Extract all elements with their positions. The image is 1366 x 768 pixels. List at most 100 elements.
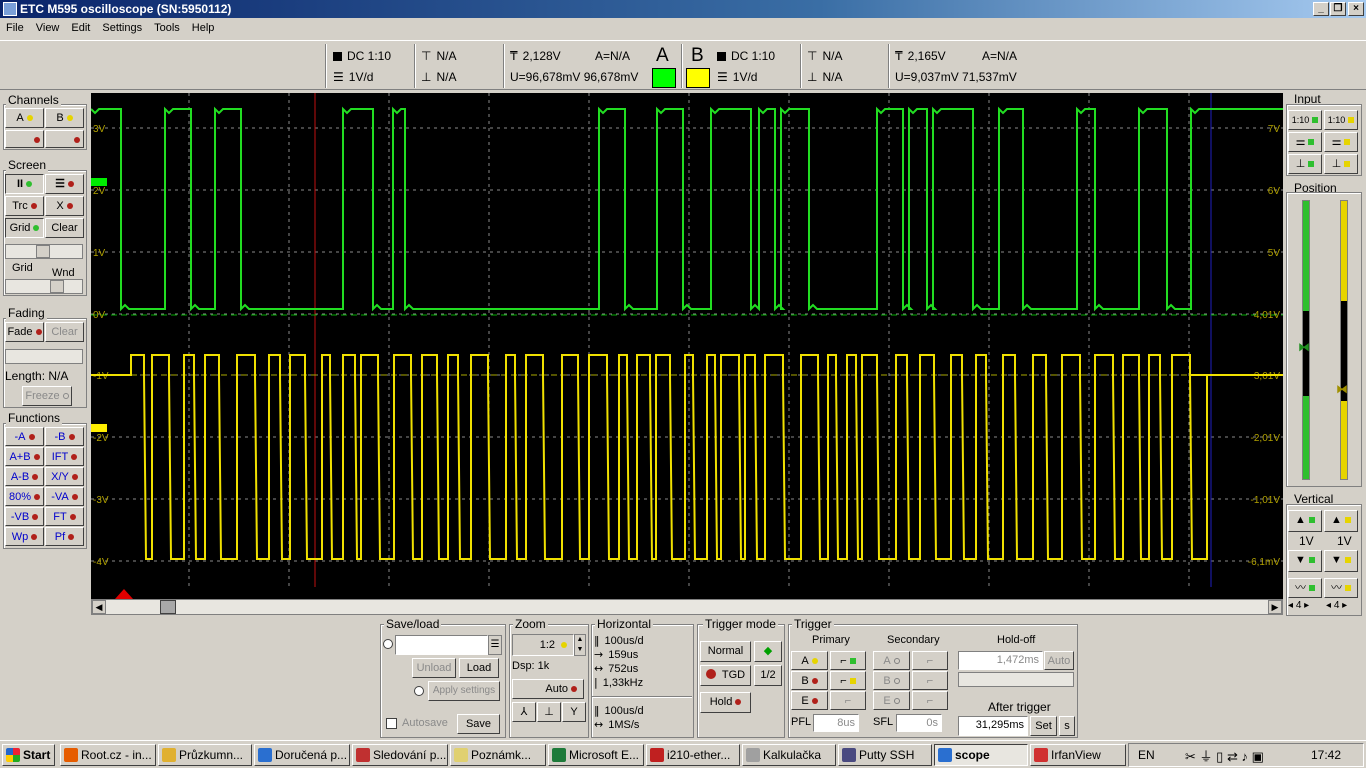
tgd-button[interactable]: TGD: [700, 665, 751, 686]
holdoff-field[interactable]: 1,472ms: [958, 651, 1043, 670]
zoom-mode-1-button[interactable]: ⅄: [512, 702, 536, 722]
function-button-va[interactable]: -VA: [45, 487, 84, 506]
load-button[interactable]: Load: [459, 658, 499, 678]
trigger-secondary-a-button[interactable]: A: [873, 651, 910, 670]
scroll-left-icon[interactable]: ◀: [92, 600, 106, 614]
trigger-marker-icon[interactable]: [115, 589, 133, 599]
zoom-mode-3-button[interactable]: Y: [562, 702, 586, 722]
vertical-a-down-button[interactable]: ▼: [1288, 550, 1322, 572]
taskbar-item[interactable]: Sledování p...: [352, 744, 448, 766]
taskbar-item[interactable]: Kalkulačka: [742, 744, 836, 766]
trigger-secondary-edge-b[interactable]: ⌐: [912, 671, 948, 690]
taskbar-item[interactable]: scope: [934, 744, 1028, 766]
function-button-a-b[interactable]: A-B: [5, 467, 44, 486]
fade-clear-button[interactable]: Clear: [45, 322, 84, 342]
function-button-a-b[interactable]: A+B: [5, 447, 44, 466]
vertical-b-auto-button[interactable]: 〰: [1324, 578, 1358, 598]
pfl-field[interactable]: 8us: [813, 714, 859, 732]
function-button-x-y[interactable]: X/Y: [45, 467, 84, 486]
channel-a-button[interactable]: A: [5, 108, 44, 128]
run-button[interactable]: ☰: [45, 174, 84, 194]
vertical-a-up-button[interactable]: ▲: [1288, 510, 1322, 532]
apply-settings-button[interactable]: Apply settings: [428, 681, 500, 701]
saveload-select[interactable]: [395, 635, 488, 655]
connection-icon[interactable]: ⇄: [1227, 749, 1238, 764]
taskbar-item[interactable]: Root.cz - in...: [60, 744, 156, 766]
input-b-ratio-button[interactable]: 1:10: [1324, 110, 1358, 130]
trigger-position-strip[interactable]: [91, 587, 1283, 599]
trigger-primary-e-button[interactable]: E: [791, 691, 828, 710]
autosave-checkbox[interactable]: [386, 718, 397, 729]
vertical-a-auto-button[interactable]: 〰: [1288, 578, 1322, 598]
clear-button[interactable]: Clear: [45, 218, 84, 238]
tray-app-icon[interactable]: ▣: [1252, 749, 1264, 764]
volume-icon[interactable]: ♪: [1241, 749, 1248, 764]
channel-a-aux-button[interactable]: [5, 130, 44, 148]
trigger-primary-edge-e[interactable]: ⌐: [830, 691, 866, 710]
scroll-thumb[interactable]: [160, 600, 176, 614]
position-a-thumb[interactable]: ⧓: [1298, 340, 1310, 354]
trigger-primary-b-button[interactable]: B: [791, 671, 828, 690]
list-icon[interactable]: ☰: [488, 635, 502, 655]
trigger-secondary-b-button[interactable]: B: [873, 671, 910, 690]
grid-button[interactable]: Grid: [5, 218, 44, 238]
channel-b-aux-button[interactable]: [45, 130, 84, 148]
input-b-dc-button[interactable]: ⚌: [1324, 132, 1358, 152]
zoom-field[interactable]: 1:2: [512, 634, 574, 656]
restore-button[interactable]: ❐: [1330, 2, 1346, 16]
usb-icon[interactable]: ⏚: [1200, 749, 1213, 764]
trigger-secondary-edge-e[interactable]: ⌐: [912, 691, 948, 710]
menu-help[interactable]: Help: [186, 18, 221, 38]
taskbar-item[interactable]: i210-ether...: [646, 744, 740, 766]
hold-button[interactable]: Hold: [700, 692, 751, 713]
function-button-ft[interactable]: FT: [45, 507, 84, 526]
start-button[interactable]: Start: [2, 744, 55, 766]
function-button-wp[interactable]: Wp: [5, 527, 44, 546]
zoom-spinner-icon[interactable]: ▲ ▼: [574, 634, 586, 656]
unload-button[interactable]: Unload: [412, 658, 456, 678]
taskbar-item[interactable]: IrfanView: [1030, 744, 1126, 766]
position-b-slider[interactable]: [1340, 200, 1348, 480]
clock[interactable]: 17:42: [1311, 748, 1341, 762]
trigger-single-button[interactable]: ◆: [754, 641, 782, 662]
zoom-auto-button[interactable]: Auto: [512, 679, 584, 699]
grid-slider-thumb[interactable]: [36, 245, 50, 258]
input-a-ratio-button[interactable]: 1:10: [1288, 110, 1322, 130]
vertical-b-up-button[interactable]: ▲: [1324, 510, 1358, 532]
grid-slider[interactable]: [5, 244, 83, 259]
trigger-secondary-edge-a[interactable]: ⌐: [912, 651, 948, 670]
scroll-right-icon[interactable]: ▶: [1268, 600, 1282, 614]
vertical-b-down-button[interactable]: ▼: [1324, 550, 1358, 572]
freeze-button[interactable]: Freeze: [22, 386, 72, 406]
trc-button[interactable]: Trc: [5, 196, 44, 216]
trigger-primary-edge-b[interactable]: ⌐: [830, 671, 866, 690]
ch-a-color-swatch[interactable]: [652, 68, 676, 88]
function-button-a[interactable]: -A: [5, 427, 44, 446]
taskbar-item[interactable]: Microsoft E...: [548, 744, 644, 766]
wnd-slider-thumb[interactable]: [50, 280, 64, 293]
ch-b-color-swatch[interactable]: [686, 68, 710, 88]
network-tools-icon[interactable]: ✂: [1185, 749, 1196, 764]
after-trigger-field[interactable]: 31,295ms: [958, 716, 1028, 736]
function-button-ift[interactable]: IFT: [45, 447, 84, 466]
x-button[interactable]: X: [45, 196, 84, 216]
trigger-secondary-e-button[interactable]: E: [873, 691, 910, 710]
pause-button[interactable]: II: [5, 174, 44, 194]
holdoff-slider[interactable]: [958, 672, 1074, 687]
trigger-half-button[interactable]: 1/2: [754, 665, 782, 686]
trigger-primary-edge-a[interactable]: ⌐: [830, 651, 866, 670]
function-button-vb[interactable]: -VB: [5, 507, 44, 526]
taskbar-item[interactable]: Poznámk...: [450, 744, 546, 766]
save-button[interactable]: Save: [457, 714, 500, 734]
oscilloscope-screen[interactable]: 3V 2V 1V 0V -1V -2V -3V -4V 7V 6V 5V 4,01V 3,01V -2,0…: [91, 93, 1283, 587]
minimize-button[interactable]: _: [1313, 2, 1329, 16]
function-button-pf[interactable]: Pf: [45, 527, 84, 546]
input-a-dc-button[interactable]: ⚌: [1288, 132, 1322, 152]
apply-radio[interactable]: [414, 686, 424, 696]
fade-slider[interactable]: [5, 349, 83, 364]
trigger-primary-a-button[interactable]: A: [791, 651, 828, 670]
after-trigger-set-button[interactable]: Set: [1030, 716, 1057, 736]
menu-tools[interactable]: Tools: [148, 18, 186, 38]
taskbar-item[interactable]: Putty SSH: [838, 744, 932, 766]
menu-settings[interactable]: Settings: [96, 18, 148, 38]
